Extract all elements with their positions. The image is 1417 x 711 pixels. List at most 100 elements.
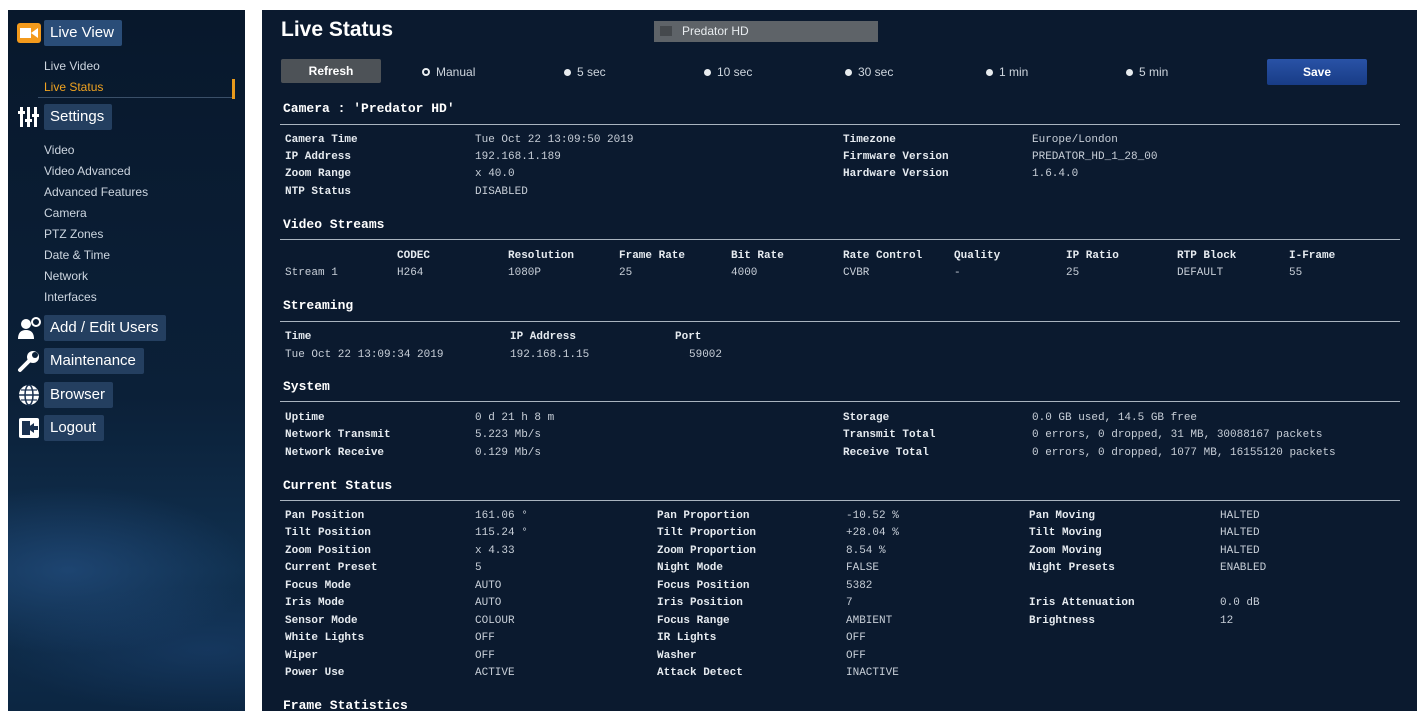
field-label: Attack Detect: [657, 667, 743, 679]
menu-live-view[interactable]: Live View: [16, 20, 122, 46]
table-cell: 1080P: [508, 267, 542, 279]
menu-add-edit-users[interactable]: Add / Edit Users: [16, 315, 167, 341]
field-value: 0 d 21 h 8 m: [475, 412, 555, 424]
section-title-system: System: [283, 379, 330, 394]
save-button[interactable]: Save: [1267, 59, 1367, 85]
field-label: Iris Attenuation: [1029, 597, 1135, 609]
field-value: x 4.33: [475, 545, 515, 557]
table-cell: 59002: [689, 349, 723, 361]
field-value: PREDATOR_HD_1_28_00: [1032, 151, 1158, 163]
table-cell: 25: [619, 267, 633, 279]
sidebar-item-advanced-features[interactable]: Advanced Features: [44, 185, 148, 199]
field-value: INACTIVE: [846, 667, 899, 679]
field-value: ACTIVE: [475, 667, 515, 679]
refresh-option-30sec[interactable]: 30 sec: [845, 65, 893, 79]
field-value: 0 errors, 0 dropped, 1077 MB, 16155120 p…: [1032, 447, 1336, 459]
field-value: 0.0 GB used, 14.5 GB free: [1032, 412, 1198, 424]
menu-maintenance[interactable]: Maintenance: [16, 348, 144, 374]
sidebar-item-date-time[interactable]: Date & Time: [44, 248, 110, 262]
field-value: OFF: [846, 632, 866, 644]
radio-label: Manual: [436, 65, 476, 79]
table-cell: 192.168.1.15: [510, 349, 590, 361]
field-value: 5382: [846, 580, 873, 592]
active-item-marker: [232, 79, 235, 99]
radio-icon: [845, 68, 852, 76]
field-value: 161.06 °: [475, 510, 528, 522]
field-value: Europe/London: [1032, 134, 1118, 146]
field-label: Pan Moving: [1029, 510, 1096, 522]
field-label: Current Preset: [285, 562, 378, 574]
field-value: AUTO: [475, 580, 502, 592]
field-value: HALTED: [1220, 510, 1260, 522]
field-value: Tue Oct 22 13:09:50 2019: [475, 134, 634, 146]
field-label: Uptime: [285, 412, 325, 424]
column-header: RTP Block: [1177, 250, 1237, 262]
globe-icon: [16, 382, 42, 408]
field-label: Timezone: [843, 134, 896, 146]
device-selector[interactable]: Predator HD: [654, 21, 878, 42]
logout-icon: [16, 415, 42, 441]
field-value: 5.223 Mb/s: [475, 429, 542, 441]
refresh-option-5min[interactable]: 5 min: [1126, 65, 1168, 79]
column-header: Bit Rate: [731, 250, 784, 262]
column-header: Frame Rate: [619, 250, 686, 262]
field-value: 7: [846, 597, 853, 609]
field-label: Focus Mode: [285, 580, 352, 592]
field-label: Receive Total: [843, 447, 929, 459]
radio-label: 5 sec: [577, 65, 606, 79]
sidebar-item-live-video[interactable]: Live Video: [44, 59, 100, 73]
field-label: Brightness: [1029, 615, 1096, 627]
field-value: HALTED: [1220, 545, 1260, 557]
field-value: 115.24 °: [475, 527, 528, 539]
field-label: Iris Position: [657, 597, 743, 609]
field-label: Hardware Version: [843, 168, 949, 180]
field-label: Firmware Version: [843, 151, 949, 163]
field-value: -10.52 %: [846, 510, 899, 522]
radio-label: 10 sec: [717, 65, 753, 79]
menu-browser[interactable]: Browser: [16, 382, 114, 408]
radio-label: 5 min: [1139, 65, 1169, 79]
field-value: OFF: [475, 632, 495, 644]
menu-browser-label: Browser: [44, 382, 114, 408]
field-value: 12: [1220, 615, 1234, 627]
refresh-option-5sec[interactable]: 5 sec: [564, 65, 606, 79]
sidebar-item-camera[interactable]: Camera: [44, 206, 87, 220]
field-label: NTP Status: [285, 186, 352, 198]
wrench-icon: [16, 348, 42, 374]
table-row-label: Stream 1: [285, 267, 338, 279]
camera-icon: [660, 26, 672, 36]
refresh-button[interactable]: Refresh: [281, 59, 381, 83]
table-cell: 25: [1066, 267, 1080, 279]
menu-settings[interactable]: Settings: [16, 104, 113, 130]
table-cell: CVBR: [843, 267, 870, 279]
sidebar-item-video-advanced[interactable]: Video Advanced: [44, 164, 131, 178]
main-panel: Live Status Predator HD Refresh Manual 5…: [262, 10, 1417, 711]
radio-icon: [1126, 68, 1133, 76]
table-cell: H264: [397, 267, 424, 279]
sidebar-item-network[interactable]: Network: [44, 269, 88, 283]
refresh-option-1min[interactable]: 1 min: [986, 65, 1028, 79]
sidebar-item-interfaces[interactable]: Interfaces: [44, 290, 97, 304]
field-label: Pan Proportion: [657, 510, 750, 522]
table-cell: 4000: [731, 267, 758, 279]
video-camera-icon: [16, 20, 42, 46]
divider: [38, 97, 234, 98]
field-value: x 40.0: [475, 168, 515, 180]
refresh-option-manual[interactable]: Manual: [422, 65, 475, 79]
sliders-icon: [16, 104, 42, 130]
sidebar-item-video[interactable]: Video: [44, 143, 74, 157]
sidebar-item-ptz-zones[interactable]: PTZ Zones: [44, 227, 103, 241]
device-name: Predator HD: [682, 24, 749, 38]
divider: [280, 401, 1400, 402]
sidebar-item-live-status[interactable]: Live Status: [44, 80, 103, 94]
column-header: Quality: [954, 250, 1001, 262]
field-label: Tilt Position: [285, 527, 371, 539]
refresh-option-10sec[interactable]: 10 sec: [704, 65, 752, 79]
field-label: Transmit Total: [843, 429, 936, 441]
field-label: Pan Position: [285, 510, 365, 522]
menu-logout[interactable]: Logout: [16, 415, 104, 441]
field-label: Network Receive: [285, 447, 385, 459]
field-label: Iris Mode: [285, 597, 345, 609]
field-label: Camera Time: [285, 134, 358, 146]
field-value: 8.54 %: [846, 545, 886, 557]
